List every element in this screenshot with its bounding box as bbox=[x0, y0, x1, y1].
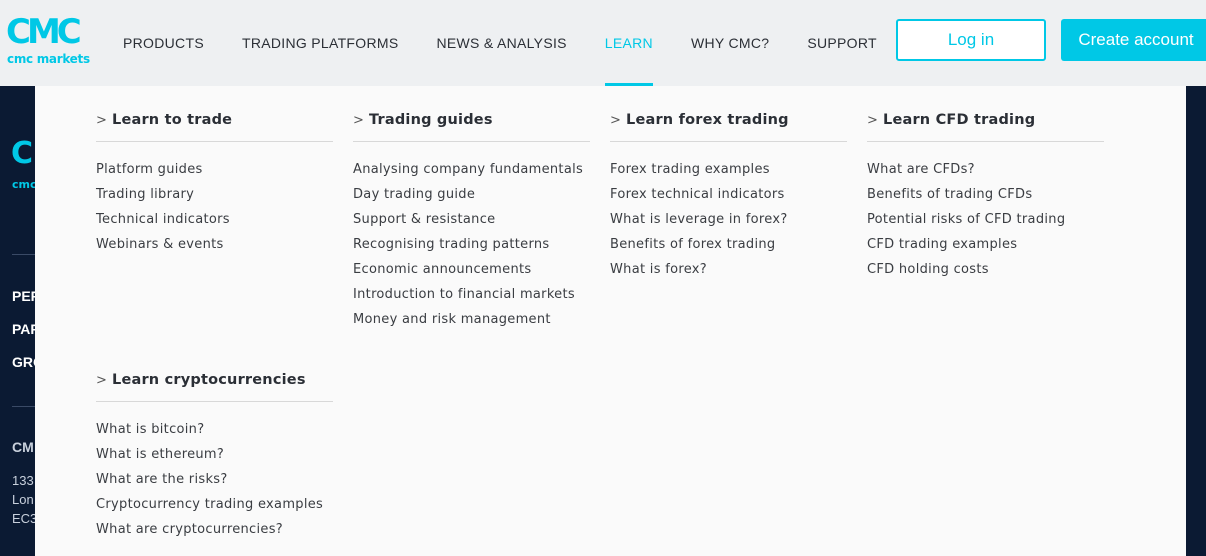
menu-link[interactable]: What is bitcoin? bbox=[96, 420, 333, 445]
nav-support[interactable]: SUPPORT bbox=[788, 0, 896, 86]
menu-link[interactable]: Forex trading examples bbox=[610, 160, 847, 185]
footer-divider bbox=[12, 254, 36, 255]
menu-column-trading-guides: > Trading guides Analysing company funda… bbox=[353, 110, 590, 335]
nav-products[interactable]: PRODUCTS bbox=[104, 0, 223, 86]
menu-link[interactable]: CFD trading examples bbox=[867, 235, 1104, 260]
column-heading[interactable]: > Trading guides bbox=[353, 110, 590, 130]
nav-why-cmc[interactable]: WHY CMC? bbox=[672, 0, 788, 86]
menu-column-learn-crypto: > Learn cryptocurrencies What is bitcoin… bbox=[96, 370, 333, 545]
column-heading[interactable]: > Learn to trade bbox=[96, 110, 333, 130]
chevron-right-icon: > bbox=[610, 112, 622, 128]
chevron-right-icon: > bbox=[96, 112, 108, 128]
create-account-button[interactable]: Create account bbox=[1061, 19, 1206, 61]
column-links: Platform guides Trading library Technica… bbox=[96, 160, 333, 260]
footer-logo-mark: C bbox=[11, 136, 33, 171]
column-heading-label: Learn CFD trading bbox=[883, 112, 1036, 128]
footer-address-line: 133 bbox=[12, 473, 34, 488]
column-heading-label: Learn to trade bbox=[112, 112, 233, 128]
menu-link[interactable]: What are cryptocurrencies? bbox=[96, 520, 333, 545]
footer-link[interactable]: PER bbox=[12, 288, 36, 304]
column-heading[interactable]: > Learn cryptocurrencies bbox=[96, 370, 333, 390]
menu-link[interactable]: What are CFDs? bbox=[867, 160, 1104, 185]
menu-link[interactable]: CFD holding costs bbox=[867, 260, 1104, 285]
menu-link[interactable]: Cryptocurrency trading examples bbox=[96, 495, 333, 520]
background-footer: C cmc PER PAR GRO CM 133 Lon EC3 bbox=[0, 86, 36, 556]
menu-link[interactable]: What are the risks? bbox=[96, 470, 333, 495]
chevron-right-icon: > bbox=[96, 372, 108, 388]
footer-address-line: EC3 bbox=[12, 511, 36, 526]
column-divider bbox=[610, 141, 847, 142]
menu-column-learn-to-trade: > Learn to trade Platform guides Trading… bbox=[96, 110, 333, 260]
column-divider bbox=[96, 141, 333, 142]
site-header: CMC cmc markets PRODUCTS TRADING PLATFOR… bbox=[0, 0, 1206, 86]
column-links: Forex trading examples Forex technical i… bbox=[610, 160, 847, 285]
menu-link[interactable]: Analysing company fundamentals bbox=[353, 160, 590, 185]
menu-link[interactable]: Day trading guide bbox=[353, 185, 590, 210]
menu-link[interactable]: What is forex? bbox=[610, 260, 847, 285]
main-nav: PRODUCTS TRADING PLATFORMS NEWS & ANALYS… bbox=[104, 0, 896, 86]
column-heading-label: Learn cryptocurrencies bbox=[112, 372, 306, 388]
menu-link[interactable]: Benefits of forex trading bbox=[610, 235, 847, 260]
learn-mega-menu: > Learn to trade Platform guides Trading… bbox=[35, 86, 1186, 556]
column-divider bbox=[353, 141, 590, 142]
menu-column-learn-cfd: > Learn CFD trading What are CFDs? Benef… bbox=[867, 110, 1104, 285]
menu-link[interactable]: Forex technical indicators bbox=[610, 185, 847, 210]
footer-logo-word: cmc bbox=[12, 178, 36, 191]
menu-link[interactable]: What is ethereum? bbox=[96, 445, 333, 470]
cmc-logo[interactable]: CMC cmc markets bbox=[6, 14, 96, 66]
footer-address-line: Lon bbox=[12, 492, 34, 507]
chevron-right-icon: > bbox=[867, 112, 879, 128]
column-links: What is bitcoin? What is ethereum? What … bbox=[96, 420, 333, 545]
menu-link[interactable]: Economic announcements bbox=[353, 260, 590, 285]
nav-news-analysis[interactable]: NEWS & ANALYSIS bbox=[418, 0, 586, 86]
menu-link[interactable]: Technical indicators bbox=[96, 210, 333, 235]
menu-link[interactable]: Support & resistance bbox=[353, 210, 590, 235]
chevron-right-icon: > bbox=[353, 112, 365, 128]
column-heading-label: Learn forex trading bbox=[626, 112, 789, 128]
menu-link[interactable]: Potential risks of CFD trading bbox=[867, 210, 1104, 235]
menu-link[interactable]: Introduction to financial markets bbox=[353, 285, 590, 310]
nav-learn[interactable]: LEARN bbox=[586, 0, 672, 86]
footer-link[interactable]: GRO bbox=[12, 354, 36, 370]
column-links: What are CFDs? Benefits of trading CFDs … bbox=[867, 160, 1104, 285]
menu-column-learn-forex: > Learn forex trading Forex trading exam… bbox=[610, 110, 847, 285]
column-links: Analysing company fundamentals Day tradi… bbox=[353, 160, 590, 335]
background-right-edge bbox=[1186, 86, 1206, 556]
menu-link[interactable]: Money and risk management bbox=[353, 310, 590, 335]
column-heading-label: Trading guides bbox=[369, 112, 493, 128]
column-heading[interactable]: > Learn forex trading bbox=[610, 110, 847, 130]
logo-mark: CMC bbox=[6, 12, 82, 52]
column-heading[interactable]: > Learn CFD trading bbox=[867, 110, 1104, 130]
menu-link[interactable]: Platform guides bbox=[96, 160, 333, 185]
column-divider bbox=[96, 401, 333, 402]
menu-link[interactable]: Benefits of trading CFDs bbox=[867, 185, 1104, 210]
footer-link[interactable]: PAR bbox=[12, 321, 36, 337]
column-divider bbox=[867, 141, 1104, 142]
nav-trading-platforms[interactable]: TRADING PLATFORMS bbox=[223, 0, 418, 86]
login-button[interactable]: Log in bbox=[896, 19, 1046, 61]
menu-link[interactable]: What is leverage in forex? bbox=[610, 210, 847, 235]
footer-divider bbox=[12, 406, 36, 407]
menu-link[interactable]: Trading library bbox=[96, 185, 333, 210]
logo-wordmark: cmc markets bbox=[7, 52, 90, 66]
footer-company: CM bbox=[12, 439, 34, 455]
menu-link[interactable]: Webinars & events bbox=[96, 235, 333, 260]
menu-link[interactable]: Recognising trading patterns bbox=[353, 235, 590, 260]
